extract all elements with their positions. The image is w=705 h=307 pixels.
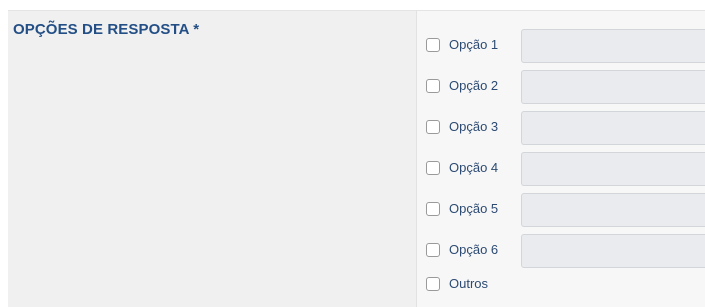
option-6-checkbox[interactable] <box>426 243 440 257</box>
option-2-input[interactable] <box>521 70 705 104</box>
option-6-input[interactable] <box>521 234 705 268</box>
option-4-row: Opção 4 <box>417 152 705 186</box>
option-4-checkbox[interactable] <box>426 161 440 175</box>
option-2-label: Opção 2 <box>449 78 499 93</box>
option-3-label: Opção 3 <box>449 119 499 134</box>
option-1-checkbox[interactable] <box>426 38 440 52</box>
option-6-row: Opção 6 <box>417 234 705 268</box>
option-3-checkbox[interactable] <box>426 120 440 134</box>
option-others-row: Outros <box>417 268 705 294</box>
option-4-label: Opção 4 <box>449 160 499 175</box>
option-5-row: Opção 5 <box>417 193 705 227</box>
answer-options-row: OPÇÕES DE RESPOSTA * Opção 1 Opção 2 Opç… <box>8 10 705 307</box>
option-2-checkbox[interactable] <box>426 79 440 93</box>
option-3-row: Opção 3 <box>417 111 705 145</box>
answer-options-label-cell: OPÇÕES DE RESPOSTA * <box>8 10 416 307</box>
answer-options-title: OPÇÕES DE RESPOSTA * <box>13 21 200 38</box>
option-others-label: Outros <box>449 276 489 291</box>
option-1-row: Opção 1 <box>417 29 705 63</box>
top-spacer <box>0 0 705 10</box>
option-5-input[interactable] <box>521 193 705 227</box>
option-3-input[interactable] <box>521 111 705 145</box>
option-5-checkbox[interactable] <box>426 202 440 216</box>
option-5-label: Opção 5 <box>449 201 499 216</box>
option-6-label: Opção 6 <box>449 242 499 257</box>
option-4-input[interactable] <box>521 152 705 186</box>
option-1-input[interactable] <box>521 29 705 63</box>
answer-options-list: Opção 1 Opção 2 Opção 3 Opção 4 Opção 5 … <box>416 10 705 307</box>
option-1-label: Opção 1 <box>449 37 499 52</box>
option-others-checkbox[interactable] <box>426 277 440 291</box>
option-2-row: Opção 2 <box>417 70 705 104</box>
